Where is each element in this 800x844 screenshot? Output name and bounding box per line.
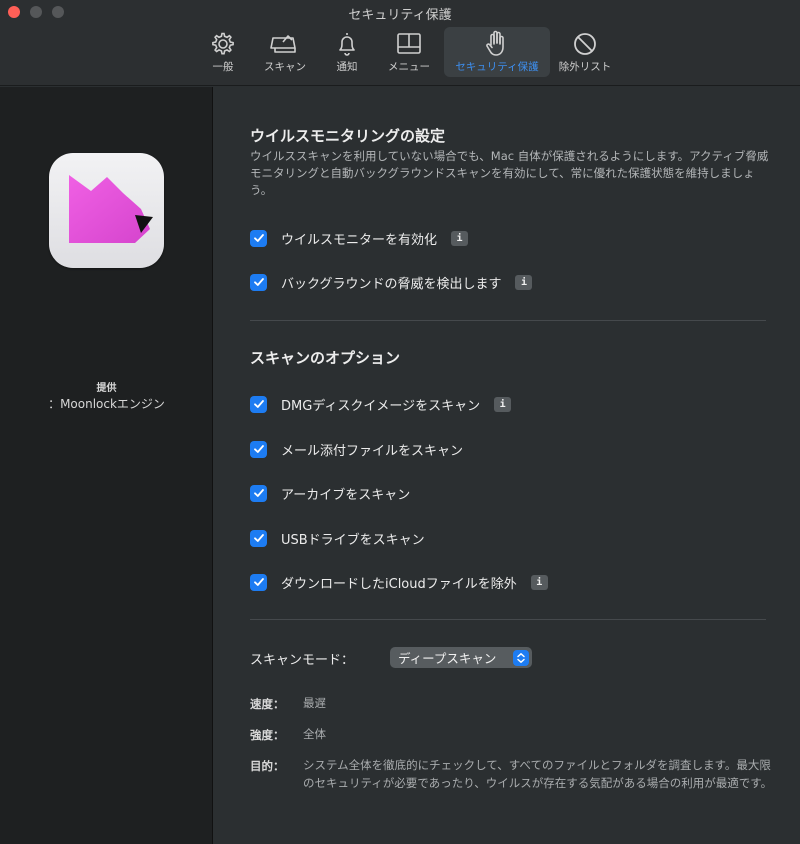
scan-mail-checkbox[interactable]	[250, 440, 267, 458]
scan-archives-checkbox[interactable]	[250, 484, 267, 502]
bell-icon	[339, 33, 355, 56]
scan-dmg-info-icon[interactable]: i	[494, 396, 512, 412]
tab-exclusions[interactable]: 除外リスト	[558, 27, 612, 77]
exclude-icloud-info-icon[interactable]: i	[530, 574, 548, 590]
scan-icon	[270, 35, 296, 53]
preferences-tabs: 一般 スキャン 通知 メニュー セキュリティ保護 除外リスト	[196, 27, 620, 77]
tab-notifications-label: 通知	[336, 61, 358, 73]
tab-security-protection-label: セキュリティ保護	[455, 61, 539, 73]
option-virus-monitor[interactable]: ウイルスモニターを有効化 i	[250, 227, 469, 249]
checkmark-icon	[253, 278, 264, 286]
checkmark-icon	[253, 234, 264, 242]
tab-menu-label: メニュー	[388, 61, 430, 73]
speed-key: 速度：	[250, 697, 285, 711]
provider-label: 提供	[96, 383, 117, 394]
checkmark-icon	[253, 400, 264, 408]
option-scan-archives[interactable]: アーカイブをスキャン	[250, 482, 410, 504]
moonlock-logo-icon	[69, 175, 153, 243]
prohibited-icon	[574, 33, 596, 55]
checkmark-icon	[253, 489, 264, 497]
option-scan-usb[interactable]: USBドライブをスキャン	[250, 527, 425, 549]
virus-monitor-label: ウイルスモニターを有効化	[281, 232, 438, 248]
scan-usb-label: USBドライブをスキャン	[281, 532, 425, 548]
strength-key: 強度：	[250, 728, 285, 742]
tab-exclusions-label: 除外リスト	[558, 61, 612, 73]
exclude-icloud-checkbox[interactable]	[250, 573, 267, 591]
background-threats-info-icon[interactable]: i	[515, 274, 533, 290]
monitoring-section-title: ウイルスモニタリングの設定	[250, 127, 446, 145]
purpose-key: 目的：	[250, 759, 285, 773]
monitoring-section-description: ウイルススキャンを利用していない場合でも、Mac 自体が保護されるようにします。…	[250, 149, 769, 197]
tab-scan-label: スキャン	[264, 61, 306, 73]
checkmark-icon	[253, 534, 264, 542]
divider	[250, 619, 766, 620]
moonlock-app-icon	[49, 153, 164, 268]
purpose-value: システム全体を徹底的にチェックして、すべてのファイルとフォルダを調査します。最大…	[303, 758, 773, 790]
speed-value: 最遅	[303, 696, 326, 710]
checkmark-icon	[253, 578, 264, 586]
scan-options-section-title: スキャンのオプション	[250, 349, 401, 367]
scan-mode-select[interactable]: ディープスキャン	[390, 647, 532, 668]
window-title: セキュリティ保護	[348, 8, 452, 23]
window: セキュリティ保護 一般 スキャン 通知 メニュー セキュリティ保護 除外リスト …	[0, 0, 800, 844]
virus-monitor-checkbox[interactable]	[250, 229, 267, 247]
chevron-up-down-icon	[513, 649, 529, 666]
menu-bar-icon	[397, 33, 421, 54]
tab-notifications[interactable]: 通知	[320, 27, 374, 77]
scan-dmg-label: DMGディスクイメージをスキャン	[281, 398, 481, 414]
strength-value: 全体	[303, 727, 326, 741]
option-exclude-icloud[interactable]: ダウンロードしたiCloudファイルを除外 i	[250, 571, 548, 593]
scan-mode-selected-value: ディープスキャン	[398, 651, 497, 666]
exclude-icloud-label: ダウンロードしたiCloudファイルを除外	[281, 576, 517, 592]
scan-mail-label: メール添付ファイルをスキャン	[281, 443, 464, 459]
scan-archives-label: アーカイブをスキャン	[281, 487, 411, 503]
main-panel: ウイルスモニタリングの設定 ウイルススキャンを利用していない場合でも、Mac 自…	[214, 87, 800, 844]
checkmark-icon	[253, 445, 264, 453]
hand-icon	[486, 30, 504, 56]
tab-general-label: 一般	[212, 61, 234, 73]
tab-menu[interactable]: メニュー	[382, 27, 436, 77]
sidebar: 提供 ：Moonlockエンジン	[0, 87, 213, 844]
option-scan-mail[interactable]: メール添付ファイルをスキャン	[250, 438, 463, 460]
tab-general[interactable]: 一般	[196, 27, 250, 77]
option-background-threats[interactable]: バックグラウンドの脅威を検出します i	[250, 271, 533, 293]
background-threats-label: バックグラウンドの脅威を検出します	[281, 276, 502, 292]
scan-mode-label: スキャンモード：	[250, 653, 355, 668]
virus-monitor-info-icon[interactable]: i	[451, 230, 469, 246]
tab-security-protection[interactable]: セキュリティ保護	[444, 27, 550, 77]
scan-usb-checkbox[interactable]	[250, 529, 267, 547]
engine-label: ：Moonlockエンジン	[48, 397, 165, 411]
tab-scan[interactable]: スキャン	[258, 27, 312, 77]
scan-dmg-checkbox[interactable]	[250, 395, 267, 413]
option-scan-dmg[interactable]: DMGディスクイメージをスキャン i	[250, 393, 512, 415]
divider	[250, 320, 766, 321]
toolbar: セキュリティ保護 一般 スキャン 通知 メニュー セキュリティ保護 除外リスト	[0, 0, 800, 86]
gear-icon	[212, 32, 234, 55]
background-threats-checkbox[interactable]	[250, 273, 267, 291]
